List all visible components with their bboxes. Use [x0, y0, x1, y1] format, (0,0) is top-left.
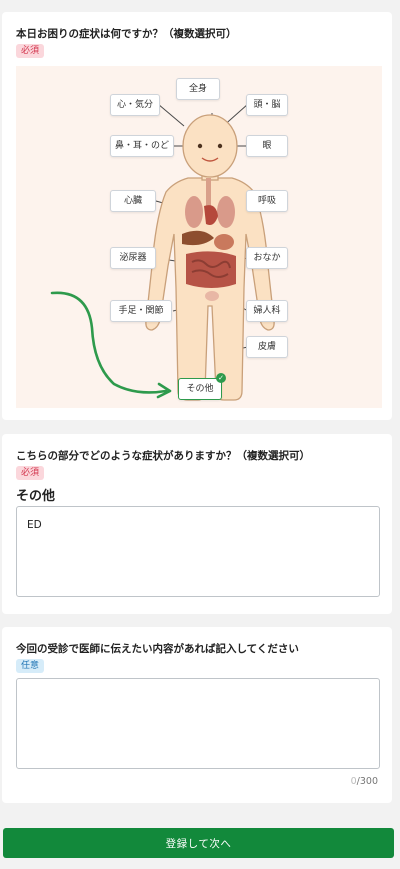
body-part-other-label: その他 [186, 384, 214, 394]
body-part-urology-button[interactable]: 泌尿器 [110, 247, 156, 269]
body-part-whole-body-button[interactable]: 全身 [176, 78, 220, 100]
character-limit: /300 [356, 776, 378, 787]
symptom-area-card: 本日お困りの症状は何ですか？（複数選択可） 必須 全身 心・気分 頭・脳 鼻・耳… [2, 12, 392, 420]
required-badge: 必須 [16, 466, 45, 480]
body-part-ent-button[interactable]: 鼻・耳・のど [110, 135, 174, 157]
body-part-breathing-button[interactable]: 呼吸 [246, 190, 288, 212]
other-symptom-textarea[interactable]: ED [16, 506, 380, 597]
question-title: 今回の受診で医師に伝えたい内容があれば記入してください [16, 643, 299, 655]
body-part-skin-button[interactable]: 皮膚 [246, 336, 288, 358]
character-counter: 0/300 [351, 776, 378, 787]
body-part-mind-button[interactable]: 心・気分 [110, 94, 160, 116]
body-part-head-button[interactable]: 頭・脳 [246, 94, 288, 116]
body-part-gynecology-button[interactable]: 婦人科 [246, 300, 288, 322]
question-title: こちらの部分でどのような症状がありますか？（複数選択可） [16, 450, 310, 462]
body-part-other-button[interactable]: その他 ✓ [178, 373, 226, 400]
required-badge: 必須 [16, 44, 45, 58]
body-part-eye-button[interactable]: 眼 [246, 135, 288, 157]
check-icon: ✓ [216, 373, 226, 383]
doctor-message-card: 今回の受診で医師に伝えたい内容があれば記入してください 任意 0/300 [2, 627, 392, 803]
category-heading: その他 [16, 489, 56, 504]
body-part-limbs-joints-button[interactable]: 手足・関節 [110, 300, 172, 322]
register-next-button[interactable]: 登録して次へ [3, 828, 394, 858]
body-part-heart-button[interactable]: 心臓 [110, 190, 156, 212]
body-part-stomach-button[interactable]: おなか [246, 247, 288, 269]
doctor-message-textarea[interactable] [16, 678, 380, 769]
symptom-detail-card: こちらの部分でどのような症状がありますか？（複数選択可） 必須 その他 ED [2, 434, 392, 614]
optional-badge: 任意 [16, 659, 45, 673]
question-title: 本日お困りの症状は何ですか？（複数選択可） [16, 28, 237, 40]
human-body-figure [50, 103, 275, 401]
body-illustration: 全身 心・気分 頭・脳 鼻・耳・のど 眼 心臓 呼吸 泌尿器 おなか 手足・関節… [16, 66, 382, 408]
